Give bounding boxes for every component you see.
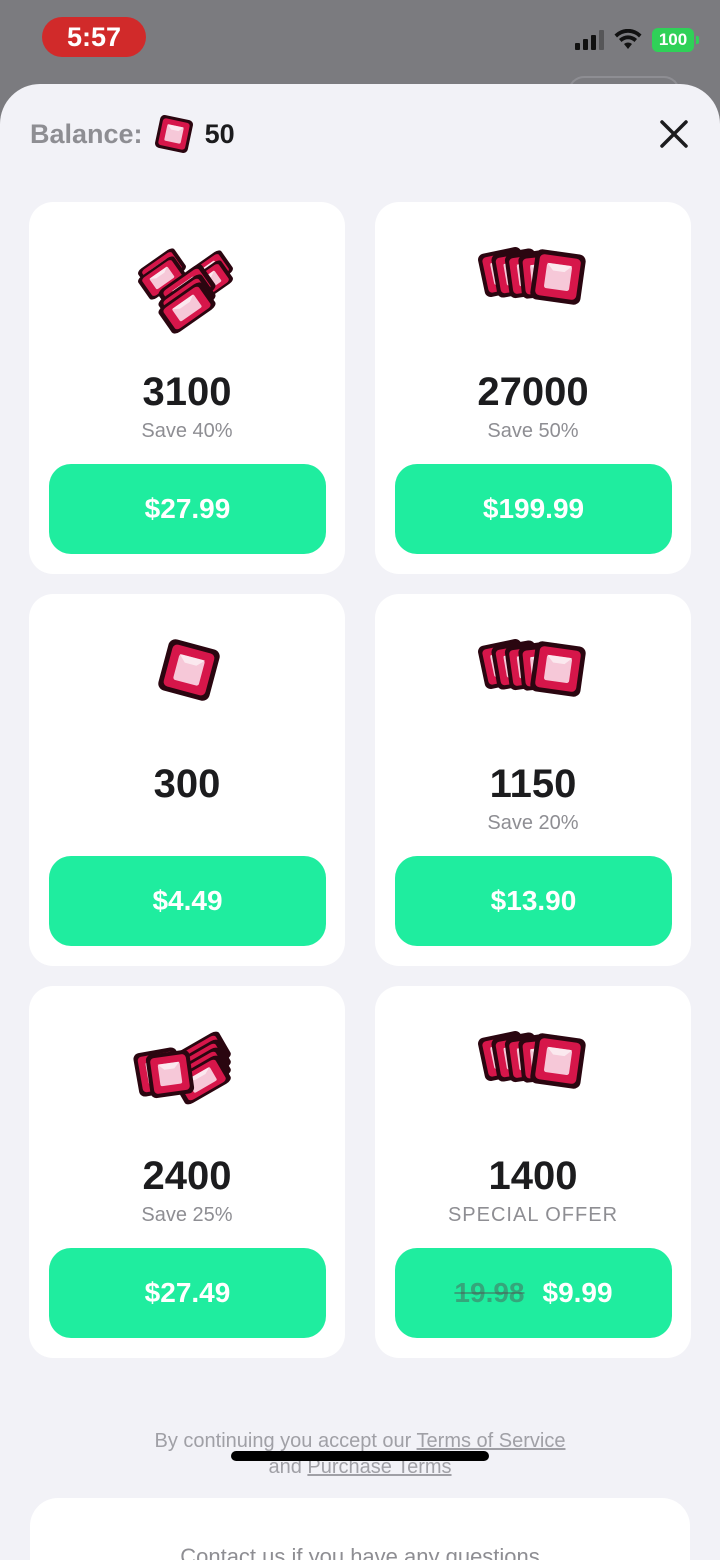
pack-savings: Save 25% [141,1204,233,1226]
balance-row: Balance: 50 [30,114,235,154]
pack-savings: Save 50% [487,420,579,442]
original-price: 19.98 [454,1277,525,1308]
price-label: $13.90 [490,885,577,916]
pack-amount: 2400 [142,1154,232,1198]
balance-value: 50 [204,118,235,149]
buy-button[interactable]: $4.49 [49,856,326,946]
price-label: $27.49 [144,1277,231,1308]
price-label: $199.99 [482,493,585,524]
buy-button[interactable]: 19.98 $9.99 [395,1248,672,1338]
buy-button[interactable]: $27.49 [49,1248,326,1338]
single-gem-icon [156,637,222,703]
status-icons: 100 [575,28,699,52]
gem-fan-icon [476,245,587,306]
gem-fan-icon [476,637,587,698]
close-icon [660,120,688,148]
battery-indicator: 100 [652,28,699,52]
buy-button[interactable]: $27.99 [49,464,326,554]
pack-amount: 1150 [489,762,577,806]
pack-card: 2400 Save 25% $27.49 [29,986,345,1358]
terms-prefix: By continuing you accept our [154,1430,412,1452]
buy-button[interactable]: $199.99 [395,464,672,554]
pack-card: 300 $4.49 [29,594,345,966]
price-label: $27.99 [144,493,231,524]
pack-amount: 27000 [477,370,589,414]
pack-card: 3100 Save 40% $27.99 [29,202,345,574]
pack-card: 27000 Save 50% $199.99 [375,202,691,574]
gem-pile-icon [136,246,235,336]
cellular-signal-icon [575,30,604,50]
pack-amount: 3100 [142,370,232,414]
gem-icon [154,115,193,153]
pack-amount: 300 [153,762,221,806]
pack-savings: Save 20% [487,812,579,834]
special-offer-label: SPECIAL OFFER [447,1204,619,1226]
pack-card: 1150 Save 20% $13.90 [375,594,691,966]
status-time: 5:57 [42,17,146,57]
contact-card[interactable]: Contact us if you have any questions [30,1498,690,1560]
store-sheet: Balance: 50 3100 Save 40% $27.99 27000 S… [0,84,720,1560]
price-label: $9.99 [542,1277,613,1308]
gem-fan-icon [476,1029,587,1090]
pack-card: 1400 SPECIAL OFFER 19.98 $9.99 [375,986,691,1358]
price-label: $4.49 [152,885,223,916]
gem-stack-icon [132,1029,233,1107]
close-button[interactable] [652,112,696,156]
balance-label: Balance: [30,118,143,149]
status-bar: 5:57 100 [0,0,720,84]
wifi-icon [614,29,642,49]
home-indicator[interactable] [231,1451,489,1461]
pack-savings: Save 40% [141,420,233,442]
contact-text: Contact us if you have any questions [180,1544,540,1560]
terms-of-service-link[interactable]: Terms of Service [417,1430,566,1452]
pack-amount: 1400 [488,1154,578,1198]
buy-button[interactable]: $13.90 [395,856,672,946]
